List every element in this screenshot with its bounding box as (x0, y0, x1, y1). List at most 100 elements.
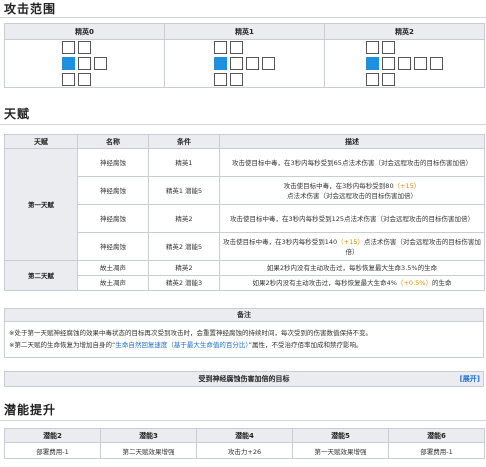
operator-tile (213, 56, 227, 70)
empty-tile (246, 41, 259, 54)
range-tile (229, 56, 243, 70)
range-tile (77, 72, 91, 86)
talent-section-title: 天赋 (4, 107, 31, 121)
talent-desc-text: 攻击使目标中毒，在3秒内每秒受到80 (283, 181, 394, 190)
talent-name: 神经腐蚀 (77, 176, 149, 205)
potential-value: 部署费用-1 (388, 442, 485, 459)
expand-toggle[interactable]: [展开] (460, 372, 480, 386)
notes-header: 备注 (4, 308, 484, 322)
potential-value: 部署费用-1 (4, 442, 101, 459)
range-header-elite2: 精英2 (324, 23, 485, 40)
range-tile (93, 56, 107, 70)
potential-header: 潜能6 (388, 428, 485, 443)
potential-header: 潜能4 (196, 428, 293, 443)
talent-desc-text: 点法术伤害（对会远程攻击的目标伤害加倍） (287, 191, 417, 200)
range-tile (229, 40, 243, 54)
talent-condition: 精英2 潜能5 (148, 232, 220, 261)
range-tile (245, 56, 259, 70)
note-text: ※第二天赋的生命恢复为增加自身的“ (9, 341, 116, 349)
potential-header: 潜能3 (100, 428, 197, 443)
talent-name: 神经腐蚀 (77, 148, 149, 177)
talent-desc-text: 如果2秒内没有主动攻击过，每秒恢复最大生命4% (252, 279, 397, 287)
talent-header-tier: 天赋 (4, 134, 78, 149)
range-tile (77, 56, 91, 70)
note-line: ※第二天赋的生命恢复为增加自身的“生命自然回复速度（基于最大生命值的百分比）”属… (9, 339, 479, 351)
operator-tile (365, 56, 379, 70)
empty-tile (398, 73, 411, 86)
range-section-divider (0, 17, 486, 18)
empty-tile (414, 73, 427, 86)
talent-condition: 精英2 (148, 260, 220, 276)
range-grid-elite0 (61, 40, 108, 87)
collapse-title: 受到神经腐蚀伤害加倍的目标 (198, 375, 290, 383)
potential-value: 第二天赋效果增强 (100, 442, 197, 459)
range-tile (381, 40, 395, 54)
range-section-title: 攻击范围 (4, 2, 57, 16)
talent-condition: 精英2 潜能3 (148, 275, 220, 291)
talent-tier-first: 第一天赋 (4, 148, 78, 261)
talent-desc-text: 攻击使目标中毒，在3秒内每秒受到140 (223, 237, 338, 246)
note-text: ”属性，不受治疗佰率加成和禁疗影响。 (248, 341, 363, 349)
range-grid-cell-elite2 (324, 39, 485, 88)
range-tile (429, 56, 443, 70)
talent-name: 神经腐蚀 (77, 204, 149, 233)
talent-description: 攻击使目标中毒，在3秒内每秒受到140（+15）点法术伤害（对会远程攻击的目标伤… (219, 232, 485, 261)
doubled-damage-targets-panel[interactable]: 受到神经腐蚀伤害加倍的目标 [展开] (4, 371, 484, 387)
range-grid-elite2 (365, 40, 444, 87)
hp-regen-link[interactable]: 生命自然回复速度（基于最大生命值的百分比） (115, 341, 248, 349)
attack-range-table: 精英0 精英1 精英2 (4, 23, 485, 88)
empty-tile (430, 73, 443, 86)
talent-bonus-value: （+15） (393, 181, 421, 190)
talent-description: 如果2秒内没有主动攻击过，每秒恢复最大生命3.5%的生命 (219, 260, 485, 276)
note-text: ※处于第一天赋神经腐蚀的效果中毒状态的目标再次受到攻击时，会重置神经腐蚀的持续时… (9, 329, 372, 337)
talent-name: 故土凋声 (77, 275, 149, 291)
empty-tile (94, 73, 107, 86)
potential-header: 潜能2 (4, 428, 101, 443)
talent-description: 攻击使目标中毒，在3秒内每秒受到80（+15）点法术伤害（对会远程攻击的目标伤害… (219, 176, 485, 205)
range-tile (365, 40, 379, 54)
range-tile (381, 56, 395, 70)
empty-tile (94, 41, 107, 54)
empty-tile (398, 41, 411, 54)
range-tile (61, 40, 75, 54)
range-tile (397, 56, 411, 70)
potential-section-divider (0, 420, 486, 421)
talent-name: 故土凋声 (77, 260, 149, 276)
talent-desc-text: 点法术伤害（对会远程攻击的目标伤害加倍） (345, 237, 481, 256)
range-tile (77, 40, 91, 54)
talent-header-name: 名称 (77, 134, 149, 149)
operator-tile (61, 56, 75, 70)
talent-description: 如果2秒内没有主动攻击过，每秒恢复最大生命4%（+0.5%）的生命 (219, 275, 485, 291)
range-tile (213, 40, 227, 54)
range-tile (381, 72, 395, 86)
range-tile (261, 56, 275, 70)
range-header-elite0: 精英0 (4, 23, 165, 40)
range-tile (213, 72, 227, 86)
range-grid-elite1 (213, 40, 276, 87)
empty-tile (430, 41, 443, 54)
talent-condition: 精英2 (148, 204, 220, 233)
range-tile (413, 56, 427, 70)
talent-header-description: 描述 (219, 134, 485, 149)
potential-value: 攻击力+26 (196, 442, 293, 459)
talent-bonus-value: （+0.5%） (396, 279, 432, 287)
range-header-elite1: 精英1 (164, 23, 325, 40)
talent-description: 攻击使目标中毒，在3秒内每秒受到125点法术伤害（对会远程攻击的目标伤害加倍） (219, 204, 485, 233)
talent-desc-text: 的生命 (431, 279, 452, 287)
talent-tier-second: 第二天赋 (4, 260, 78, 291)
range-tile (61, 72, 75, 86)
talent-condition: 精英1 潜能5 (148, 176, 220, 205)
range-grid-cell-elite0 (4, 39, 165, 88)
talent-bonus-value: （+15） (337, 237, 364, 246)
talent-header-condition: 条件 (148, 134, 220, 149)
note-line: ※处于第一天赋神经腐蚀的效果中毒状态的目标再次受到攻击时，会重置神经腐蚀的持续时… (9, 327, 479, 339)
potential-table: 潜能2 潜能3 潜能4 潜能5 潜能6 部署费用-1 第二天赋效果增强 攻击力+… (4, 428, 485, 459)
empty-tile (414, 41, 427, 54)
range-grid-cell-elite1 (164, 39, 325, 88)
range-tile (365, 72, 379, 86)
empty-tile (246, 73, 259, 86)
talent-name: 神经腐蚀 (77, 232, 149, 261)
talent-description: 攻击使目标中毒，在3秒内每秒受到65点法术伤害（对会远程攻击的目标伤害加倍） (219, 148, 485, 177)
empty-tile (262, 73, 275, 86)
potential-section-title: 潜能提升 (4, 403, 57, 417)
